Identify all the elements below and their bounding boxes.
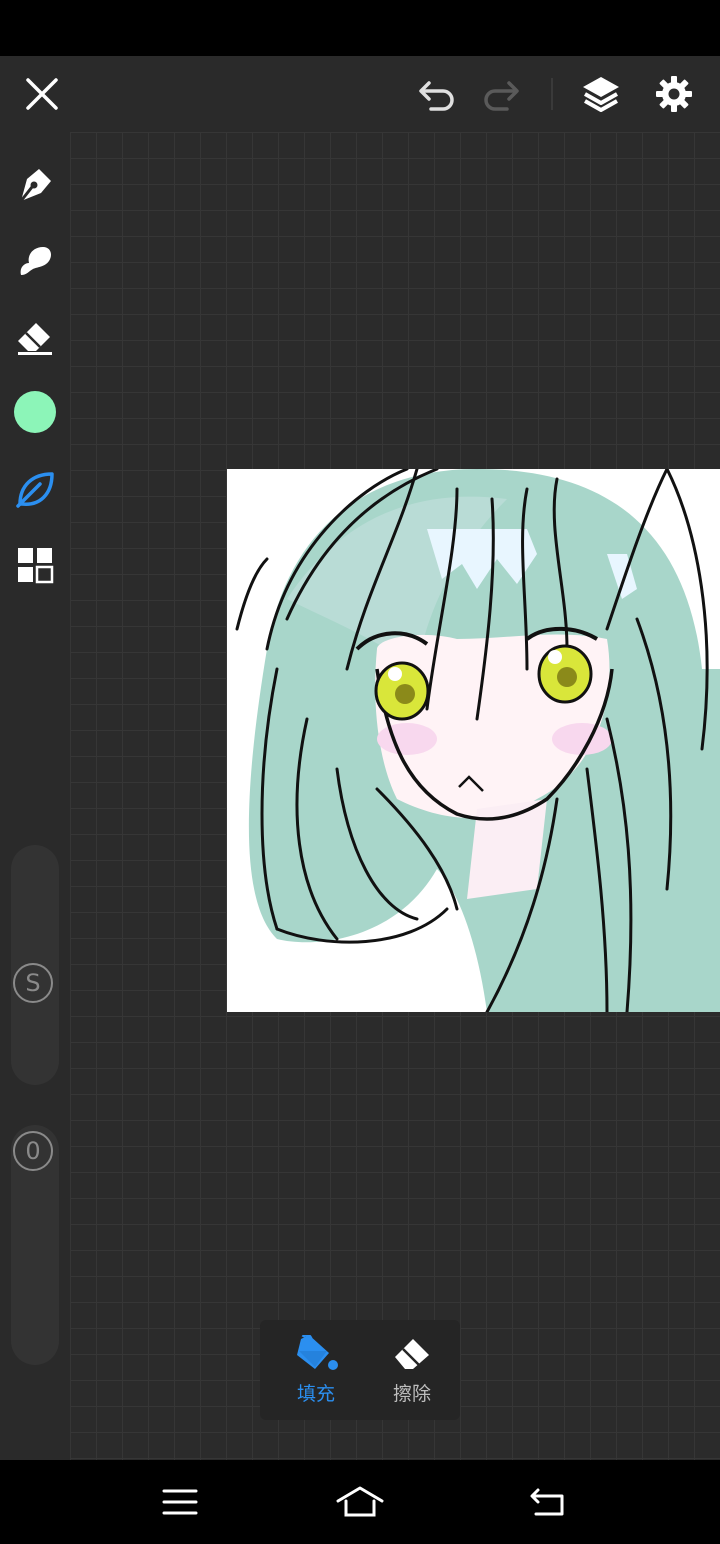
erase-option-label: 擦除: [392, 1382, 431, 1405]
smudge-tool[interactable]: [0, 226, 70, 296]
color-swatch: [14, 391, 56, 433]
nav-home-button[interactable]: [310, 1460, 410, 1544]
fill-options-popup: 填充 擦除: [260, 1320, 460, 1420]
layers-icon: [583, 77, 619, 112]
gear-icon: [656, 76, 692, 112]
left-toolbar: S 0: [0, 132, 70, 1460]
close-button[interactable]: [12, 56, 72, 132]
grid-tool[interactable]: [0, 530, 70, 600]
erase-option-button[interactable]: 擦除: [364, 1320, 460, 1420]
artwork-illustration: [235, 469, 720, 1012]
opacity-slider[interactable]: 0: [11, 1125, 59, 1365]
fill-option-label: 填充: [296, 1382, 335, 1405]
leaf-icon: [16, 472, 54, 508]
pen-tool[interactable]: [0, 150, 70, 220]
paint-bucket-icon: [297, 1334, 338, 1370]
redo-icon: [484, 81, 519, 111]
redo-button[interactable]: [471, 56, 531, 132]
settings-button[interactable]: [644, 56, 704, 132]
top-bar: [0, 56, 720, 132]
system-nav-bar: [0, 1460, 720, 1544]
menu-icon: [162, 1489, 198, 1515]
nav-menu-button[interactable]: [130, 1460, 230, 1544]
status-bar: [0, 0, 720, 56]
eraser-icon: [18, 323, 52, 355]
undo-button[interactable]: [407, 56, 467, 132]
pen-nib-icon: [19, 169, 51, 202]
grid-icon: [18, 548, 54, 584]
drawing-canvas-area[interactable]: [70, 132, 720, 1460]
size-slider[interactable]: S: [11, 845, 59, 1085]
opacity-slider-knob[interactable]: 0: [13, 1131, 53, 1171]
toolbar-divider: [551, 78, 553, 110]
layers-button[interactable]: [571, 56, 631, 132]
color-picker[interactable]: [0, 377, 70, 447]
back-icon: [530, 1488, 564, 1516]
artwork-canvas[interactable]: [227, 469, 720, 1012]
home-icon: [336, 1486, 384, 1517]
eraser-icon: [395, 1338, 429, 1369]
nav-back-button[interactable]: [498, 1460, 598, 1544]
size-slider-knob[interactable]: S: [13, 963, 53, 1003]
fill-tool[interactable]: [0, 454, 70, 524]
smudge-icon: [20, 247, 51, 275]
eraser-tool[interactable]: [0, 302, 70, 372]
close-icon: [26, 78, 58, 110]
undo-icon: [419, 81, 454, 111]
fill-option-button[interactable]: 填充: [268, 1320, 364, 1420]
